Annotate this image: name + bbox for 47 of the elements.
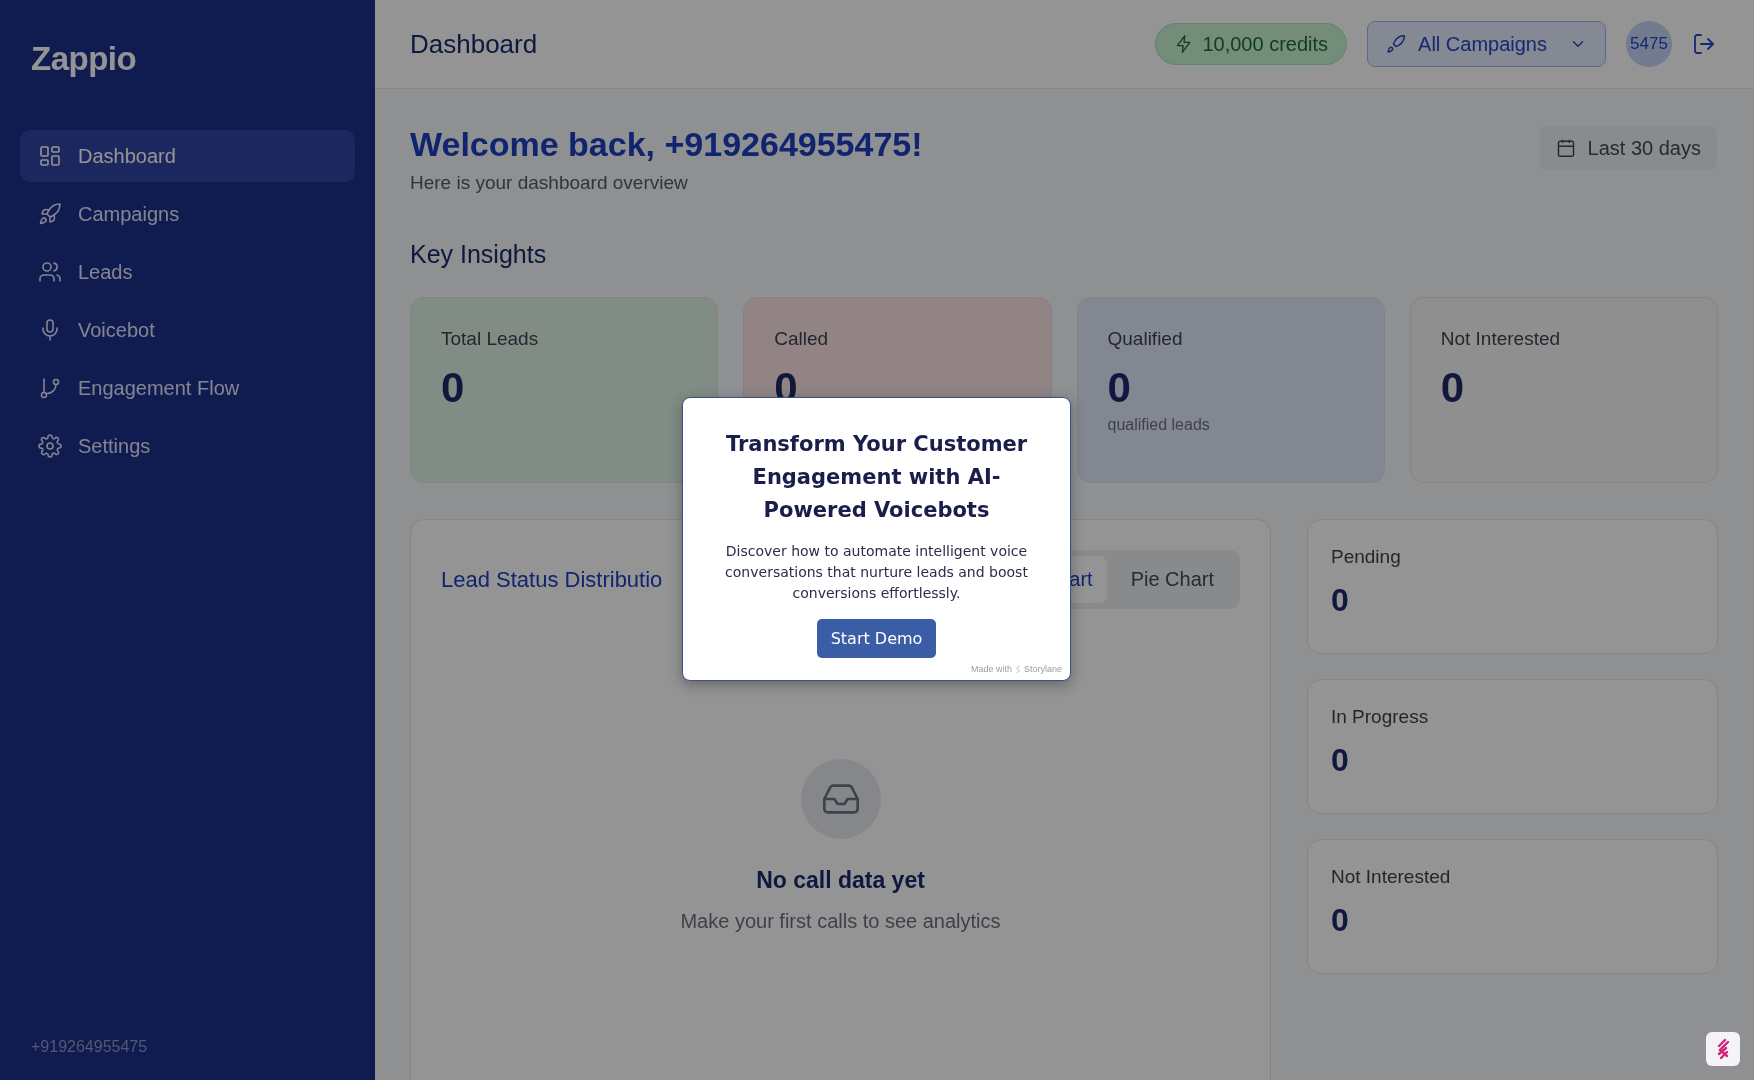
zigzag-icon [1014, 664, 1021, 674]
stat-value: 0 [1107, 364, 1132, 412]
stat-value: 0 [1440, 364, 1466, 412]
status-label: Not Interested [1331, 866, 1452, 888]
app-logo: Zappio [30, 40, 138, 78]
nav-item[interactable]: Dashboard [20, 130, 355, 182]
calendar-icon [1555, 138, 1576, 158]
dialog-text: Discover how to automate intelligent voice conversations that nurture leads and boost conversions effortlessly. [724, 542, 1029, 603]
status-label: Pending [1331, 546, 1402, 568]
logout-icon[interactable] [1692, 32, 1716, 56]
user-phone: +919264955475 [30, 1038, 149, 1056]
made-with-text: Made with [970, 664, 1012, 674]
nav-item[interactable]: Engagement Flow [20, 362, 355, 414]
nav-item[interactable]: Voicebot [20, 304, 355, 356]
status-value: 0 [1331, 902, 1350, 939]
stat-label: Not Interested [1440, 328, 1562, 350]
user-avatar[interactable]: 5475 [1626, 21, 1672, 67]
stat-note: qualified leads [1107, 416, 1211, 434]
nav-item[interactable]: Leads [20, 246, 355, 298]
status-label: In Progress [1331, 706, 1430, 728]
credits-text: 10,000 credits [1202, 32, 1329, 56]
nav-item[interactable]: Campaigns [20, 188, 355, 240]
status-value: 0 [1331, 582, 1350, 619]
settings-icon [38, 434, 62, 458]
brand-text: Storylane [1023, 664, 1062, 674]
users-icon [38, 260, 62, 284]
stat-value: 0 [441, 364, 466, 412]
status-value: 0 [1331, 742, 1350, 779]
date-range-button[interactable]: Last 30 days [1539, 125, 1717, 171]
dialog-title: Transform Your Customer Engagement with AI-Powered Voicebots [724, 431, 1029, 524]
empty-title: No call data yet [756, 867, 925, 894]
branch-icon [38, 376, 62, 400]
page-title: Dashboard [410, 28, 538, 60]
nav-item[interactable]: Settings [20, 420, 355, 472]
stat-label: Qualified [1107, 328, 1184, 350]
panel-title: Lead Status Distributio [441, 566, 663, 593]
welcome-subtitle: Here is your dashboard overview [410, 172, 689, 194]
campaign-dropdown[interactable]: All Campaigns [1367, 21, 1606, 67]
grid-icon [38, 144, 62, 168]
stat-label: Total Leads [441, 328, 540, 350]
empty-text: Make your first calls to see analytics [680, 910, 1001, 933]
start-demo-button[interactable]: Start Demo [816, 619, 937, 658]
section-heading: Key Insights [410, 240, 548, 269]
chart-tab[interactable]: Pie Chart [1110, 556, 1234, 603]
floating-widget-button[interactable] [1706, 1032, 1740, 1066]
welcome-heading: Welcome back, +919264955475! [410, 125, 923, 164]
stat-label: Called [774, 328, 830, 350]
